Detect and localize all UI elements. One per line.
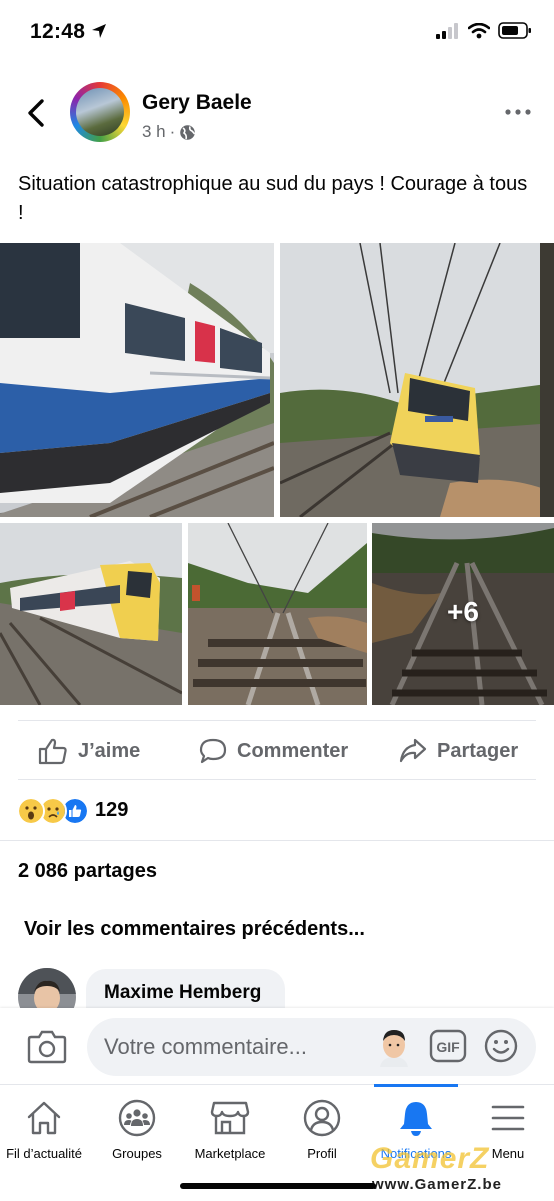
photo-3[interactable] — [0, 523, 182, 705]
share-label: Partager — [437, 739, 519, 762]
nav-active-indicator — [374, 1084, 458, 1087]
more-options-button[interactable] — [500, 100, 536, 124]
marketplace-icon — [210, 1101, 250, 1135]
nav-item-marketplace[interactable]: Marketplace — [184, 1098, 276, 1161]
camera-button[interactable] — [27, 1028, 67, 1064]
watermark-url: www.GamerZ.be — [372, 1176, 502, 1193]
profile-icon — [303, 1099, 341, 1137]
nav-item-profile[interactable]: Profil — [276, 1098, 368, 1161]
comment-label: Commenter — [237, 739, 349, 762]
menu-icon — [491, 1105, 525, 1131]
svg-text:GIF: GIF — [436, 1039, 460, 1055]
commenter-name[interactable]: Maxime Hemberg — [104, 982, 261, 1004]
nav-label-marketplace: Marketplace — [194, 1146, 266, 1161]
post-text: Situation catastrophique au sud du pays … — [18, 173, 528, 224]
nav-item-news-feed[interactable]: Fil d’actualité — [0, 1098, 90, 1161]
chevron-left-icon — [28, 99, 44, 127]
nav-label-profile: Profil — [307, 1146, 337, 1161]
wow-reaction-icon — [17, 797, 45, 825]
wifi-icon — [468, 22, 490, 38]
comment-placeholder[interactable]: Votre commentaire... — [104, 1034, 307, 1060]
avatar-sticker-icon — [380, 1030, 408, 1067]
back-button[interactable] — [20, 95, 56, 131]
groups-icon — [118, 1099, 156, 1137]
comment-icon — [199, 738, 227, 764]
location-arrow-icon — [92, 24, 107, 38]
share-button[interactable]: Partager — [399, 734, 518, 768]
nav-item-groups[interactable]: Groupes — [91, 1098, 183, 1161]
author-avatar[interactable] — [76, 88, 124, 136]
meta-dot: · — [169, 122, 176, 141]
share-icon — [399, 738, 427, 763]
post-meta: 3 h · — [142, 122, 196, 142]
photo-4[interactable] — [188, 523, 367, 705]
section-divider — [0, 840, 554, 841]
nav-label-groups: Groupes — [112, 1146, 162, 1161]
photo-1[interactable] — [0, 243, 274, 517]
avatar-sticker-button[interactable] — [376, 1027, 412, 1067]
shares-count[interactable]: 2 086 partages — [18, 860, 157, 883]
gif-button[interactable]: GIF — [429, 1029, 467, 1063]
gif-icon: GIF — [429, 1029, 467, 1063]
nav-label-news-feed: Fil d’actualité — [6, 1146, 82, 1161]
reactions-summary[interactable] — [17, 797, 89, 825]
globe-icon — [180, 124, 196, 140]
more-photos-count[interactable]: +6 — [447, 596, 479, 628]
nav-label-menu: Menu — [491, 1146, 525, 1161]
like-label: J’aime — [78, 739, 141, 762]
previous-comments-link[interactable]: Voir les commentaires précédents... — [24, 918, 365, 941]
signal-icon — [436, 22, 458, 39]
home-icon — [27, 1101, 61, 1135]
divider — [18, 779, 536, 780]
smiley-icon — [484, 1029, 518, 1063]
battery-icon — [498, 22, 531, 39]
ellipsis-icon — [505, 109, 531, 115]
status-time-text: 12:48 — [30, 20, 86, 43]
photo-2[interactable] — [280, 243, 554, 517]
comment-button[interactable]: Commenter — [199, 734, 348, 768]
divider — [18, 720, 536, 721]
thumbs-up-icon — [38, 738, 67, 765]
home-indicator[interactable] — [180, 1183, 376, 1189]
bell-icon — [400, 1102, 432, 1136]
watermark-logo: GamerZ — [370, 1142, 490, 1175]
camera-icon — [27, 1030, 67, 1064]
status-time: 12:48 — [30, 20, 107, 44]
status-indicators — [436, 22, 532, 39]
reactions-count[interactable]: 129 — [95, 799, 128, 822]
like-button[interactable]: J’aime — [38, 734, 140, 768]
post-time: 3 h — [142, 122, 166, 141]
author-name[interactable]: Gery Baele — [142, 91, 252, 115]
emoji-button[interactable] — [484, 1029, 518, 1063]
